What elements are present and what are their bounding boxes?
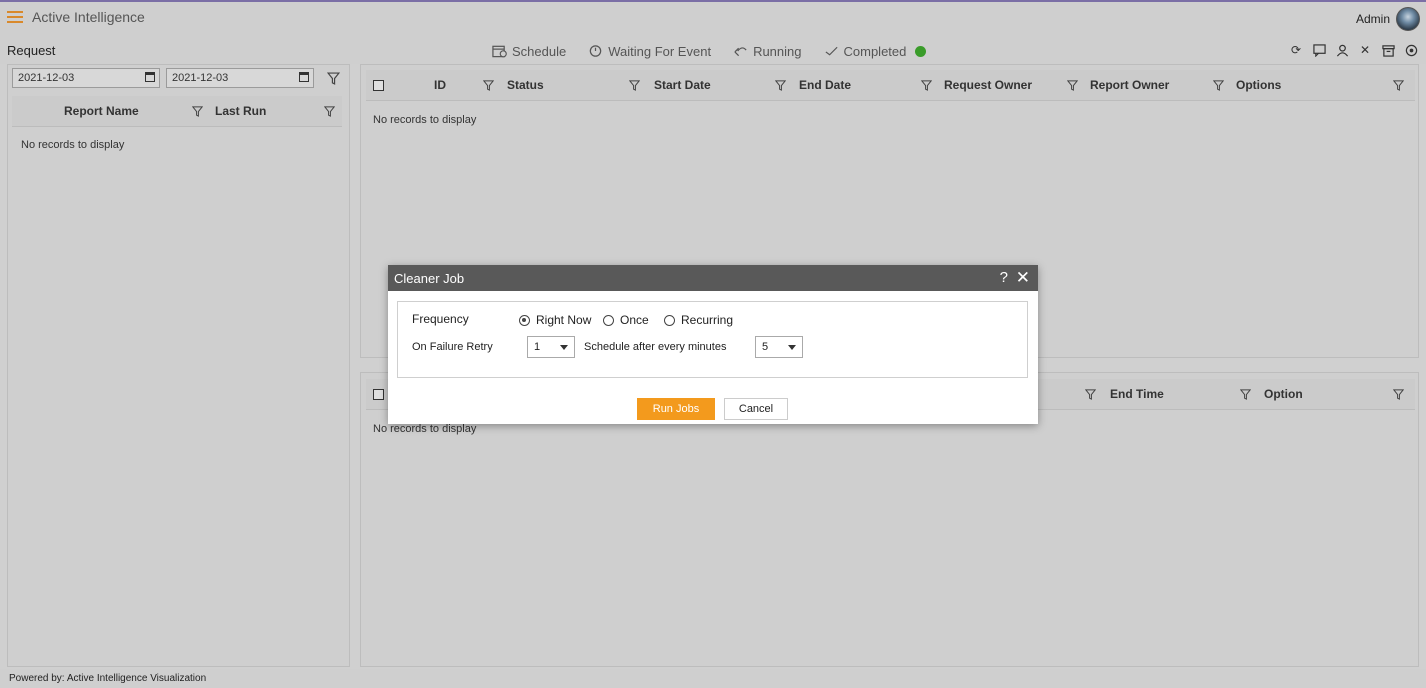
column-status[interactable]: Status [507, 78, 544, 92]
radio-selected-icon [519, 314, 530, 326]
retry-label: On Failure Retry [412, 341, 493, 353]
tab-completed[interactable]: Completed [824, 42, 927, 60]
empty-message: No records to display [21, 139, 125, 151]
column-options[interactable]: Options [1236, 78, 1281, 92]
radio-once[interactable]: Once [603, 313, 649, 327]
tab-label: Schedule [512, 43, 567, 59]
dialog-header: Cleaner Job ? ✕ [388, 265, 1038, 291]
from-date-input[interactable]: 2021-12-03 [12, 68, 160, 88]
retry-select[interactable]: 1 [527, 336, 575, 358]
tab-label: Completed [843, 43, 907, 59]
running-icon [734, 47, 747, 57]
filter-icon[interactable] [483, 80, 494, 91]
refresh-icon[interactable]: ⟳ [1289, 43, 1303, 57]
report-grid-header: Report Name Last Run [12, 96, 342, 127]
page-title: Request [7, 43, 56, 58]
calendar-icon [492, 45, 507, 58]
report-list-panel [7, 64, 350, 667]
empty-message: No records to display [373, 114, 477, 126]
filter-icon[interactable] [1393, 80, 1404, 91]
tab-label: Running [753, 43, 802, 59]
column-option[interactable]: Option [1264, 387, 1303, 401]
select-all-checkbox[interactable] [373, 80, 384, 91]
filter-icon[interactable] [1213, 80, 1224, 91]
user-icon[interactable] [1335, 43, 1349, 57]
run-jobs-button[interactable]: Run Jobs [637, 398, 715, 420]
retry-value: 1 [534, 341, 541, 353]
empty-message: No records to display [373, 423, 477, 435]
footer-text: Powered by: Active Intelligence Visualiz… [9, 673, 207, 684]
column-last-run[interactable]: Last Run [215, 104, 266, 118]
select-all-checkbox[interactable] [373, 389, 384, 400]
schedule-minutes-select[interactable]: 5 [755, 336, 803, 358]
calendar-icon[interactable] [299, 72, 309, 82]
filter-icon[interactable] [1393, 389, 1404, 400]
comment-icon[interactable] [1312, 43, 1326, 57]
filter-icon[interactable] [327, 72, 340, 85]
radio-label: Right Now [536, 313, 592, 327]
tab-label: Waiting For Event [608, 43, 712, 59]
column-id[interactable]: ID [434, 78, 446, 92]
schedule-label: Schedule after every minutes [584, 341, 727, 353]
filter-icon[interactable] [629, 80, 640, 91]
column-request-owner[interactable]: Request Owner [944, 78, 1032, 92]
footer: Powered by: Active Intelligence Visualiz… [0, 669, 1426, 688]
stop-icon[interactable] [1404, 43, 1418, 57]
tab-schedule[interactable]: Schedule [492, 42, 566, 60]
radio-recurring[interactable]: Recurring [664, 313, 733, 327]
to-date-value: 2021-12-03 [172, 72, 229, 84]
cancel-button[interactable]: Cancel [724, 398, 788, 420]
dialog-title: Cleaner Job [394, 271, 465, 286]
tab-waiting-for-event[interactable]: Waiting For Event [588, 42, 711, 60]
chevron-down-icon [788, 345, 796, 350]
clock-icon [589, 45, 602, 57]
archive-icon[interactable] [1381, 43, 1395, 57]
radio-label: Once [620, 313, 649, 327]
frequency-label: Frequency [412, 312, 469, 326]
filter-icon[interactable] [921, 80, 932, 91]
request-grid-header: ID Status Start Date End Date Request Ow… [366, 70, 1415, 101]
chevron-down-icon [560, 345, 568, 350]
app-title: Active Intelligence [32, 9, 145, 25]
filter-icon[interactable] [1240, 389, 1251, 400]
close-icon[interactable]: ✕ [1358, 43, 1372, 57]
check-icon [825, 46, 838, 56]
user-name[interactable]: Admin [1356, 12, 1390, 26]
help-icon[interactable]: ? [1000, 269, 1008, 286]
column-report-name[interactable]: Report Name [64, 104, 139, 118]
schedule-value: 5 [762, 341, 769, 353]
column-end-time[interactable]: End Time [1110, 387, 1164, 401]
cleaner-job-dialog: Cleaner Job ? ✕ Frequency Right Now Once… [388, 265, 1038, 424]
radio-label: Recurring [681, 313, 734, 327]
filter-icon[interactable] [775, 80, 786, 91]
to-date-input[interactable]: 2021-12-03 [166, 68, 314, 88]
status-tabs: Schedule Waiting For Event Running Compl… [492, 42, 927, 60]
radio-unselected-icon [664, 314, 675, 326]
tab-running[interactable]: Running [733, 42, 802, 60]
top-header [0, 0, 1426, 38]
column-report-owner[interactable]: Report Owner [1090, 78, 1169, 92]
radio-right-now[interactable]: Right Now [519, 313, 591, 327]
filter-icon[interactable] [1067, 80, 1078, 91]
completed-status-dot [915, 45, 927, 57]
column-end-date[interactable]: End Date [799, 78, 851, 92]
menu-icon[interactable] [7, 11, 23, 23]
calendar-icon[interactable] [145, 72, 155, 82]
toolbar: ⟳ ✕ [1289, 43, 1418, 57]
close-icon[interactable]: ✕ [1016, 268, 1030, 288]
job-settings-group: Frequency Right Now Once Recurring On Fa… [397, 301, 1028, 378]
filter-icon[interactable] [1085, 389, 1096, 400]
avatar[interactable] [1396, 7, 1420, 31]
column-start-date[interactable]: Start Date [654, 78, 711, 92]
filter-icon[interactable] [324, 106, 335, 117]
radio-unselected-icon [603, 314, 614, 326]
filter-icon[interactable] [192, 106, 203, 117]
from-date-value: 2021-12-03 [18, 72, 75, 84]
